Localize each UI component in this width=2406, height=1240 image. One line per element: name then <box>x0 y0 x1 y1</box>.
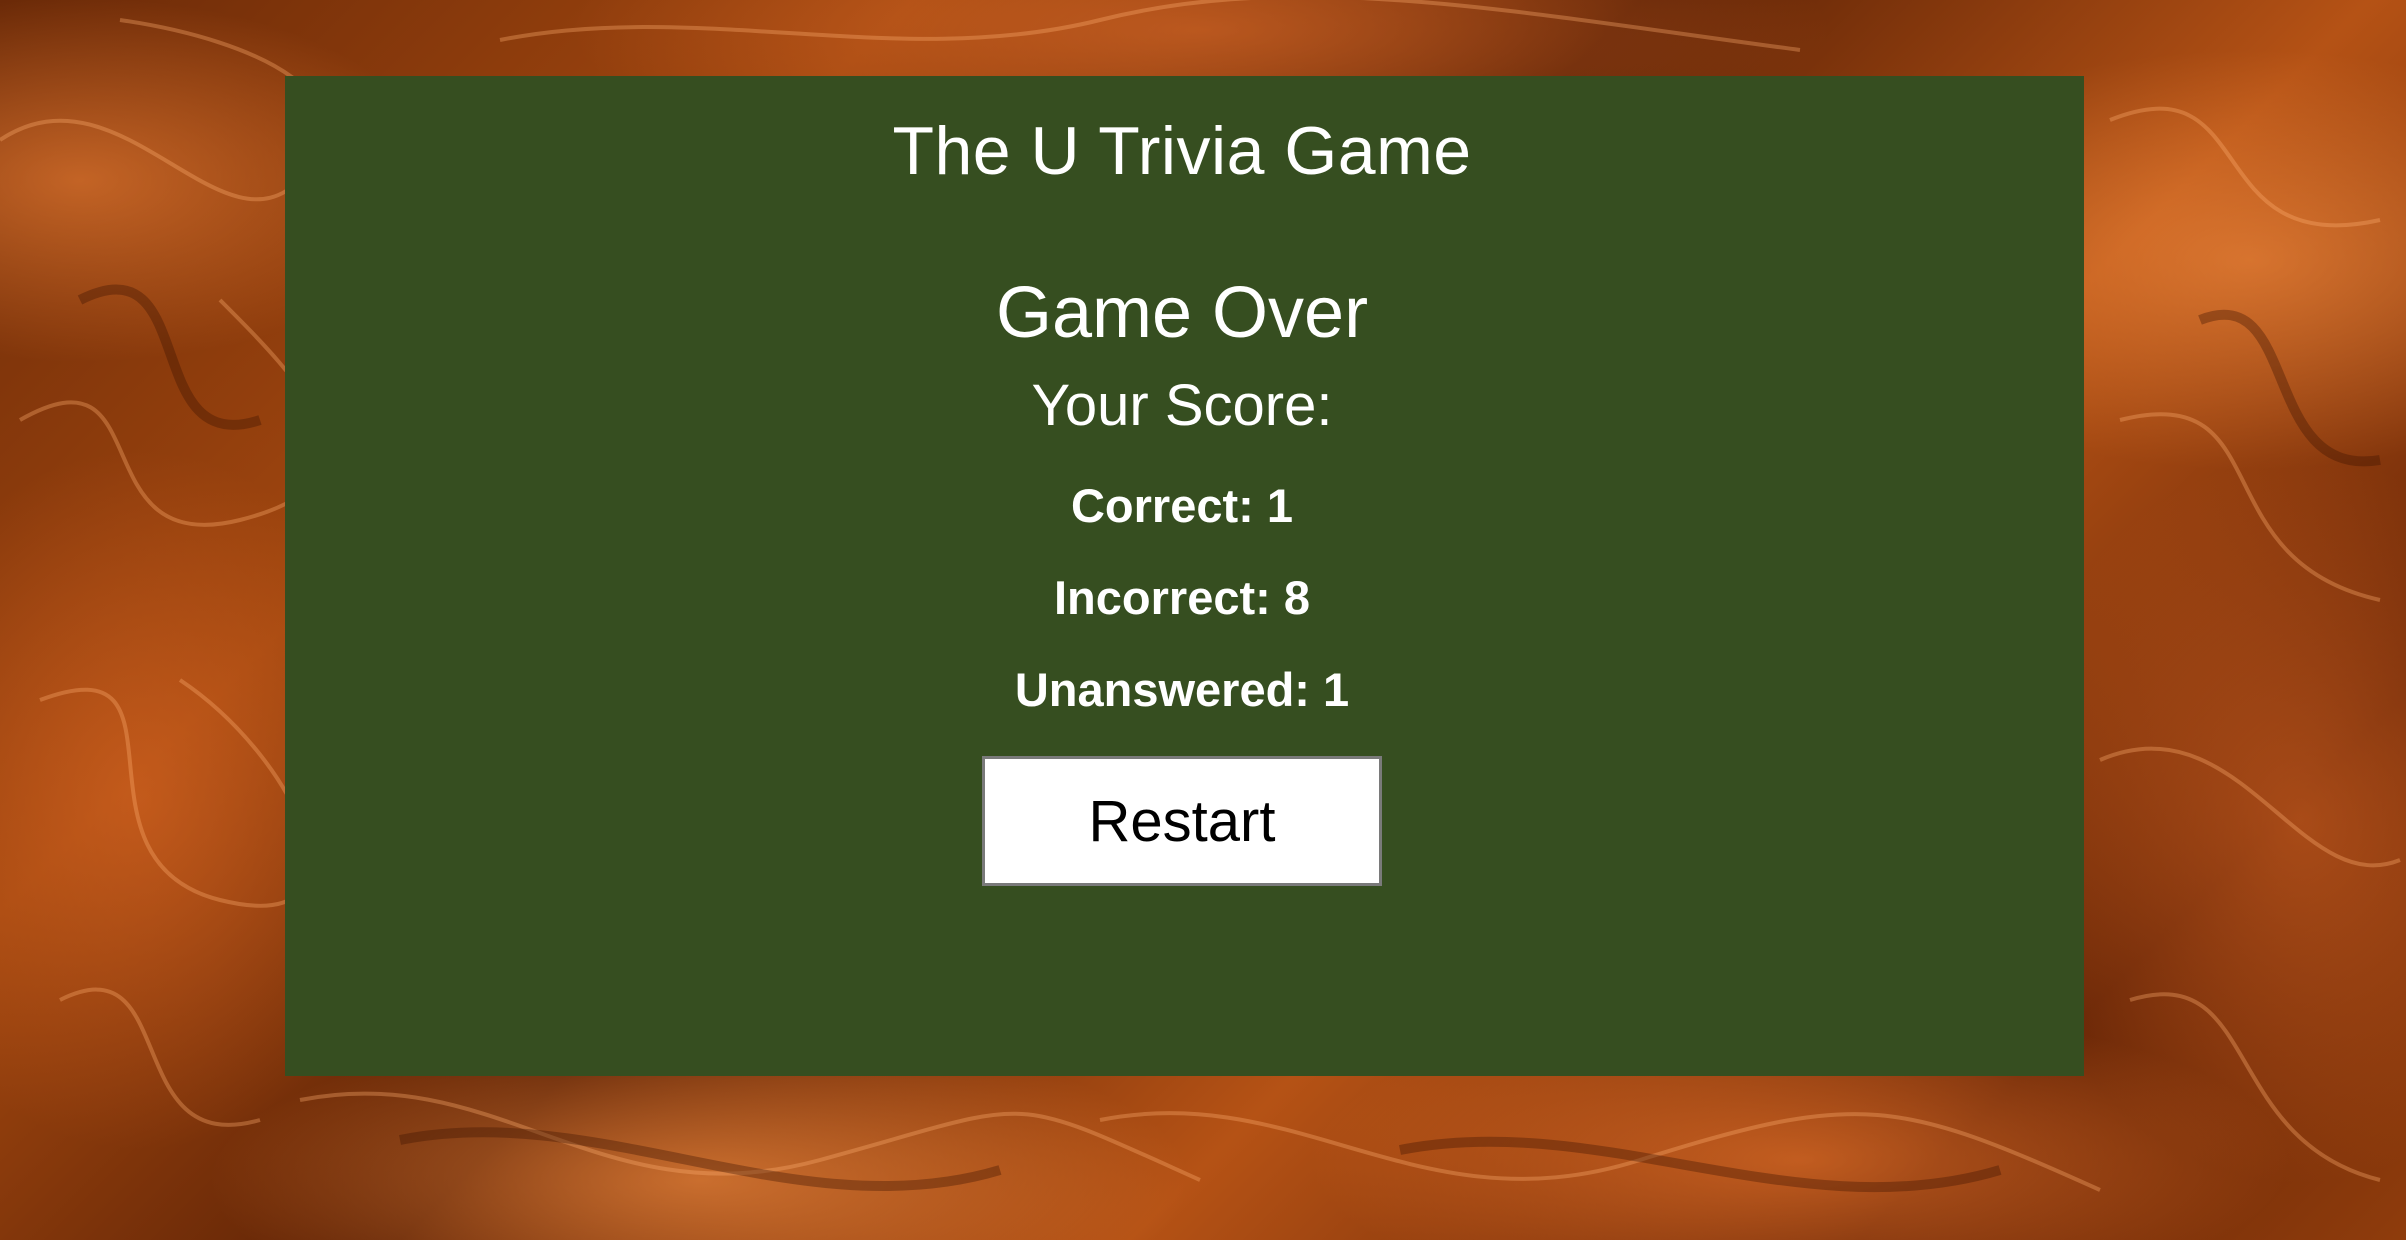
your-score-heading: Your Score: <box>1031 373 1333 438</box>
incorrect-count: Incorrect: 8 <box>1054 571 1310 624</box>
game-over-panel: The U Trivia Game Game Over Your Score: … <box>285 76 2084 1076</box>
game-title: The U Trivia Game <box>892 113 1472 189</box>
correct-count: Correct: 1 <box>1070 479 1293 532</box>
unanswered-count: Unanswered: 1 <box>1014 663 1350 716</box>
restart-button[interactable]: Restart <box>982 756 1382 886</box>
game-over-heading: Game Over <box>995 273 1369 353</box>
